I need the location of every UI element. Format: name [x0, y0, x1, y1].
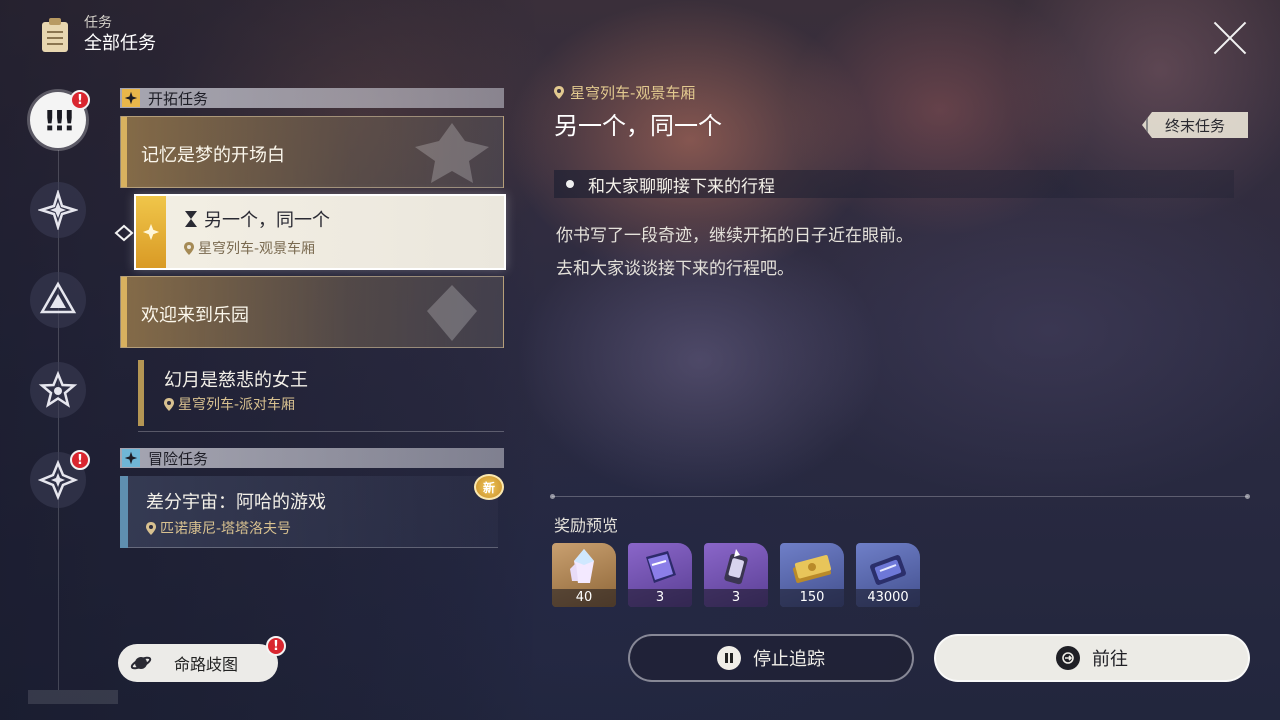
- trailblaze-icon: [122, 89, 140, 107]
- location-pin-icon: [164, 397, 174, 411]
- star-diamond-icon: [38, 190, 78, 230]
- path-map-button[interactable]: 命路歧图 !: [118, 636, 286, 682]
- trailblaze-mark-icon: [136, 196, 166, 268]
- detail-title: 另一个，同一个: [554, 112, 722, 140]
- hourglass-icon: [185, 211, 197, 227]
- mission-title: 另一个，同一个: [204, 210, 330, 231]
- star-icon: [38, 370, 78, 408]
- page-title: 全部任务: [84, 33, 156, 54]
- rail-tab-adventure[interactable]: [30, 272, 86, 328]
- close-button[interactable]: [1212, 20, 1248, 56]
- description-line: 你书写了一段奇迹，继续开拓的日子近在眼前。: [556, 226, 913, 246]
- mission-card[interactable]: 记忆是梦的开场白: [120, 116, 504, 188]
- exp-card-icon: [870, 555, 906, 585]
- divider: [550, 494, 1250, 499]
- section-title: 冒险任务: [148, 449, 209, 468]
- location-pin-icon: [184, 241, 194, 255]
- reward-qty: 3: [628, 589, 692, 607]
- emblem-decoration: [427, 285, 477, 341]
- rail-tab-event[interactable]: !: [30, 450, 90, 508]
- stop-tracking-button[interactable]: 停止追踪: [628, 634, 914, 682]
- triangle-icon: [39, 281, 77, 314]
- pause-icon: [717, 646, 741, 670]
- exclamation-icon: !!!: [43, 103, 75, 137]
- notification-badge: !: [70, 90, 90, 110]
- description-line: 去和大家谈谈接下来的行程吧。: [556, 259, 794, 279]
- mission-location-text: 星穹列车-派对车厢: [178, 397, 296, 413]
- mission-title: 欢迎来到乐园: [141, 305, 249, 326]
- location-pin-icon: [146, 521, 156, 535]
- planet-icon: [130, 656, 152, 670]
- reward-item[interactable]: 43000: [856, 543, 920, 607]
- crystal-icon: [570, 549, 594, 583]
- mission-location: 星穹列车-观景车厢: [184, 238, 315, 258]
- section-title: 开拓任务: [148, 89, 209, 108]
- mission-location: 匹诺康尼-塔塔洛夫号: [146, 518, 291, 538]
- rail-tab-trailblaze[interactable]: !!! !: [30, 90, 90, 148]
- page-header: 任务 全部任务: [40, 14, 156, 56]
- selection-pointer-icon: [114, 224, 134, 242]
- detail-location: 星穹列车-观景车厢: [554, 82, 695, 103]
- mission-description: 你书写了一段奇迹，继续开拓的日子近在眼前。 去和大家谈谈接下来的行程吧。: [556, 220, 913, 286]
- mission-type-tag: 终末任务: [1142, 112, 1248, 138]
- footer-placeholder: [28, 690, 118, 704]
- rewards-list: 40 3 3 150 43000: [552, 543, 920, 607]
- detail-location-text: 星穹列车-观景车厢: [570, 84, 696, 102]
- emblem-decoration: [415, 123, 489, 183]
- rewards-title: 奖励预览: [554, 516, 619, 535]
- reward-item[interactable]: 3: [628, 543, 692, 607]
- mission-location-text: 星穹列车-观景车厢: [198, 241, 316, 257]
- adventure-mission-card[interactable]: 差分宇宙：阿哈的游戏 匹诺康尼-塔塔洛夫号: [120, 476, 498, 548]
- path-map-label: 命路歧图: [174, 655, 239, 674]
- mission-location: 星穹列车-派对车厢: [164, 394, 295, 414]
- mission-title-row: 另一个，同一个: [184, 206, 330, 232]
- mission-subitem[interactable]: 幻月是慈悲的女王 星穹列车-派对车厢: [120, 352, 504, 432]
- notification-badge: !: [266, 636, 286, 656]
- credits-icon: [792, 555, 832, 583]
- stop-tracking-label: 停止追踪: [753, 649, 825, 670]
- reward-qty: 3: [704, 589, 768, 607]
- new-badge: 新: [474, 474, 504, 500]
- rail-tab-daily[interactable]: [30, 362, 86, 418]
- reward-item[interactable]: 3: [704, 543, 768, 607]
- mission-card-selected[interactable]: 另一个，同一个 星穹列车-观景车厢: [134, 194, 506, 270]
- go-label: 前往: [1092, 649, 1128, 670]
- objective-row: 和大家聊聊接下来的行程: [554, 170, 1234, 198]
- reward-qty: 150: [780, 589, 844, 607]
- objective-text: 和大家聊聊接下来的行程: [588, 176, 775, 197]
- book-icon: [646, 551, 676, 583]
- header-subtitle: 任务: [84, 15, 112, 31]
- adventure-icon: [122, 449, 140, 467]
- mission-card[interactable]: 欢迎来到乐园: [120, 276, 504, 348]
- reward-item[interactable]: 150: [780, 543, 844, 607]
- mission-title: 记忆是梦的开场白: [141, 145, 285, 166]
- clipboard-icon: [40, 17, 70, 53]
- mission-title: 差分宇宙：阿哈的游戏: [146, 492, 326, 513]
- section-header-adventure: 冒险任务: [120, 448, 504, 468]
- reward-qty: 43000: [856, 589, 920, 607]
- section-header-trailblaze: 开拓任务: [120, 88, 504, 108]
- bullet-icon: [566, 180, 574, 188]
- navigate-icon: [1056, 646, 1080, 670]
- canister-icon: [724, 549, 748, 585]
- reward-qty: 40: [552, 589, 616, 607]
- notification-badge: !: [70, 450, 90, 470]
- location-pin-icon: [554, 86, 564, 99]
- mission-title: 幻月是慈悲的女王: [164, 370, 308, 391]
- go-button[interactable]: 前往: [934, 634, 1250, 682]
- rail-tab-companion[interactable]: [30, 182, 86, 238]
- mission-location-text: 匹诺康尼-塔塔洛夫号: [160, 521, 292, 537]
- reward-item[interactable]: 40: [552, 543, 616, 607]
